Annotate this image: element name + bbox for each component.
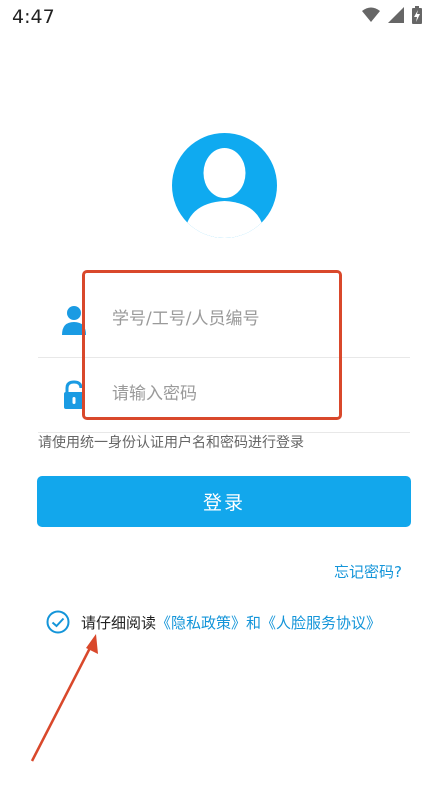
agreement-text: 请仔细阅读《隐私政策》和《人脸服务协议》 <box>81 612 381 633</box>
avatar <box>172 133 277 238</box>
agree-checkbox-icon[interactable] <box>46 610 70 634</box>
agreement-connector: 和 <box>246 613 262 632</box>
signal-icon <box>388 7 404 23</box>
status-time: 4:47 <box>12 6 55 28</box>
face-service-agreement-link[interactable]: 《人脸服务协议》 <box>261 614 381 632</box>
login-button[interactable]: 登录 <box>37 476 411 527</box>
privacy-policy-link[interactable]: 《隐私政策》 <box>156 614 246 632</box>
agreement-row: 请仔细阅读《隐私政策》和《人脸服务协议》 <box>46 610 381 634</box>
login-hint: 请使用统一身份认证用户名和密码进行登录 <box>38 435 304 451</box>
status-icons <box>362 6 422 24</box>
agreement-prefix: 请仔细阅读 <box>81 613 157 632</box>
login-screen: 4:47 学号/工号/人员编号 请使用统一身份认证用户名和密码进行登录 登录 忘… <box>0 0 448 796</box>
forgot-password-link[interactable]: 忘记密码? <box>334 561 402 582</box>
annotation-highlight-box <box>82 270 342 420</box>
status-bar: 4:47 <box>0 0 448 34</box>
battery-icon <box>412 6 422 24</box>
wifi-icon <box>362 7 380 22</box>
